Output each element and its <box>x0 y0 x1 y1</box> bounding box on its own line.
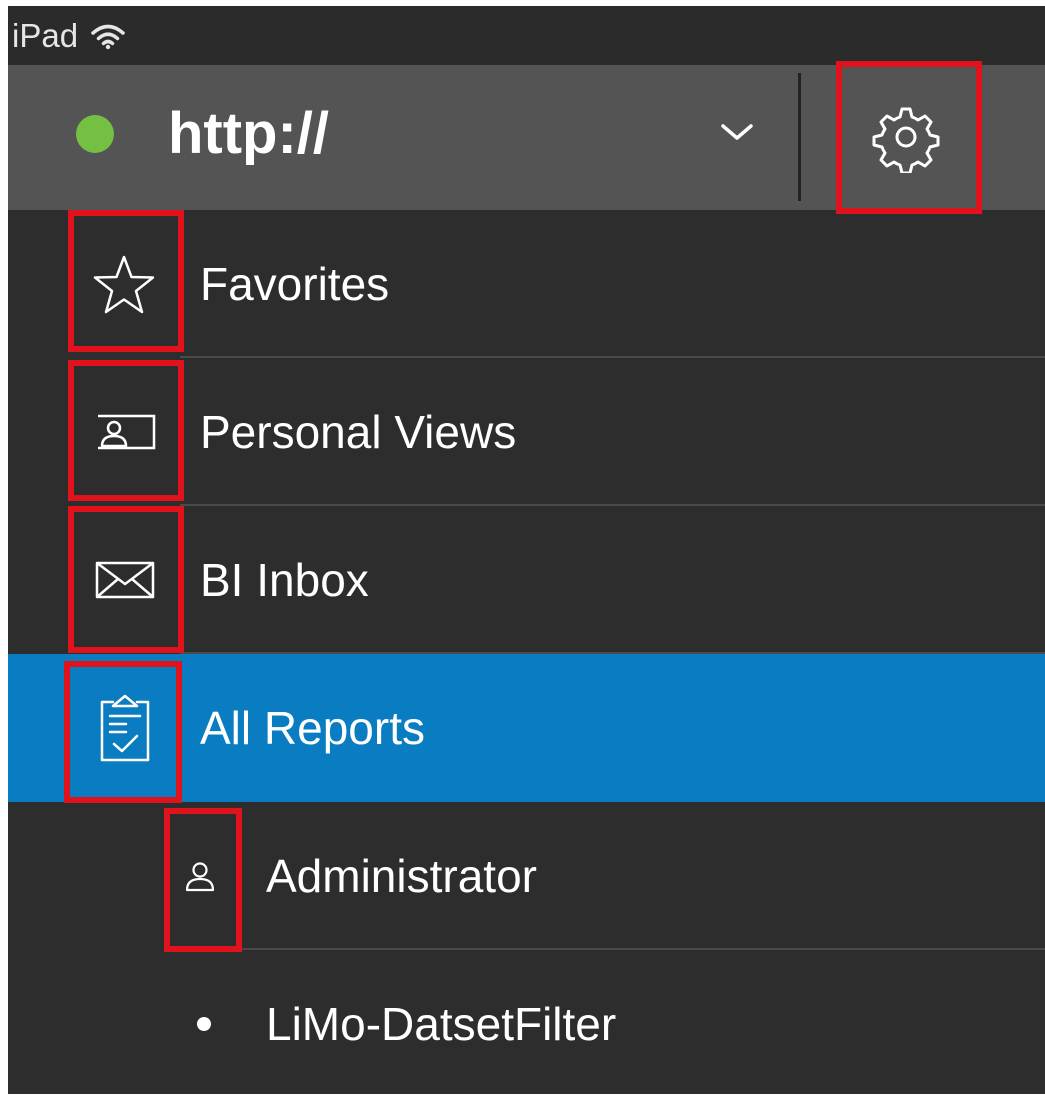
sidebar-item-favorites[interactable]: Favorites <box>8 210 1045 358</box>
sub-item-administrator[interactable]: Administrator <box>8 802 1045 950</box>
sidebar-item-label: Personal Views <box>200 406 517 458</box>
envelope-icon <box>95 561 155 599</box>
clipboard-check-icon <box>100 694 150 762</box>
gear-icon[interactable] <box>870 101 942 173</box>
sub-item-limo-datsetfilter[interactable]: LiMo-DatsetFilter <box>8 950 1045 1094</box>
status-bar: iPad <box>8 6 1045 65</box>
sidebar-item-all-reports[interactable]: All Reports <box>8 654 1045 802</box>
sub-item-label: LiMo-DatsetFilter <box>266 998 617 1050</box>
sidebar-item-bi-inbox[interactable]: BI Inbox <box>8 506 1045 654</box>
sub-item-label: Administrator <box>266 850 537 902</box>
wifi-icon <box>91 24 125 49</box>
user-icon <box>185 862 215 892</box>
personal-views-icon <box>98 414 156 450</box>
connection-status-indicator <box>76 115 114 153</box>
sidebar-item-label: Favorites <box>200 258 390 310</box>
bullet-icon <box>197 1017 211 1031</box>
sidebar-panel: iPad http:// Favorites Personal Views BI… <box>8 6 1045 1094</box>
server-header[interactable]: http:// <box>8 65 1045 210</box>
sidebar-item-personal-views[interactable]: Personal Views <box>8 358 1045 506</box>
server-url[interactable]: http:// <box>168 105 329 163</box>
star-icon <box>93 255 155 314</box>
chevron-down-icon[interactable] <box>720 121 754 143</box>
device-name: iPad <box>12 16 79 54</box>
sidebar-item-label: BI Inbox <box>200 554 369 606</box>
sidebar-item-label: All Reports <box>200 702 425 754</box>
header-divider <box>798 73 801 201</box>
